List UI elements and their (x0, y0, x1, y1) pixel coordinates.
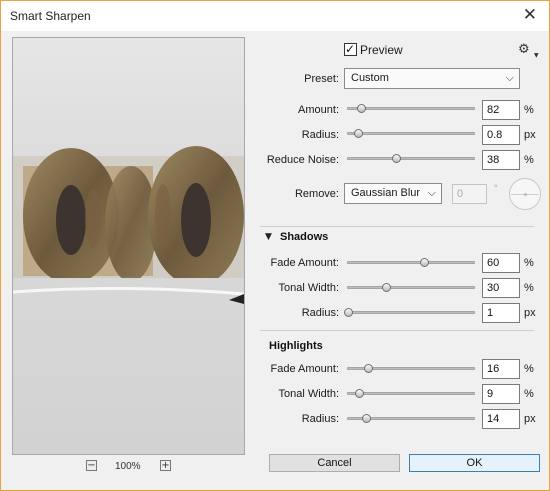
shadows-radius-slider[interactable] (344, 308, 475, 317)
amount-unit: % (524, 104, 534, 116)
shadows-tonal-width-slider[interactable] (347, 283, 475, 292)
highlights-fade-amount-slider[interactable] (347, 364, 475, 373)
amount-field[interactable]: 82 (482, 100, 520, 120)
shadows-title: Shadows (280, 231, 329, 243)
highlights-radius-slider[interactable] (347, 414, 475, 423)
shadows-tonal-width-label: Tonal Width: (278, 282, 339, 294)
radius-label: Radius: (301, 129, 339, 141)
preset-value: Custom (351, 72, 389, 84)
shadows-radius-field[interactable]: 1 (482, 303, 520, 323)
radius-unit: px (524, 129, 536, 141)
highlights-tonal-width-slider[interactable] (347, 389, 475, 398)
shadows-fade-amount-thumb[interactable] (419, 258, 429, 267)
angle-dial-center (524, 193, 527, 196)
highlights-fade-amount-field[interactable]: 16 (482, 359, 520, 379)
remove-label: Remove: (294, 188, 339, 200)
highlights-tonal-width-label: Tonal Width: (278, 388, 339, 400)
chevron-down-icon: ⌵ (505, 71, 514, 84)
zoom-out-button[interactable]: − (86, 460, 97, 471)
degree-symbol: ° (494, 183, 498, 193)
highlights-tonal-width-field[interactable]: 9 (482, 384, 520, 404)
shadows-tonal-width-unit: % (524, 282, 534, 294)
shadows-radius-thumb[interactable] (344, 308, 353, 317)
radius-slider[interactable] (347, 129, 475, 138)
shadows-fade-amount-slider[interactable] (347, 258, 475, 267)
gear-icon[interactable]: ⚙ (518, 42, 530, 57)
shadows-fade-amount-label: Fade Amount: (270, 257, 340, 269)
amount-slider-thumb[interactable] (356, 104, 366, 113)
close-icon[interactable]: ✕ (523, 5, 537, 25)
highlights-radius-label: Radius: (301, 413, 339, 425)
triangle-down-icon[interactable]: ▼ (265, 232, 272, 242)
highlights-radius-unit: px (524, 413, 536, 425)
remove-value: Gaussian Blur (351, 187, 421, 199)
shadows-fade-amount-unit: % (524, 257, 534, 269)
reduce-noise-slider[interactable] (347, 154, 475, 163)
radius-field[interactable]: 0.8 (482, 125, 520, 145)
checkmark-icon: ✓ (345, 42, 356, 56)
shadows-tonal-width-thumb[interactable] (381, 283, 391, 292)
title-bar: Smart Sharpen ✕ (1, 1, 549, 31)
reduce-noise-slider-thumb[interactable] (391, 154, 401, 163)
divider (260, 330, 534, 331)
angle-field[interactable]: 0 (452, 184, 487, 204)
preview-label: Preview (360, 43, 403, 57)
highlights-fade-amount-label: Fade Amount: (270, 363, 340, 375)
preview-checkbox[interactable]: ✓ (344, 42, 357, 56)
remove-select[interactable]: Gaussian Blur ⌵ (344, 183, 442, 204)
chevron-down-icon: ▼ (534, 52, 539, 59)
ok-button[interactable]: OK (409, 454, 540, 472)
amount-slider[interactable] (347, 104, 475, 113)
zoom-level: 100% (115, 461, 141, 472)
zoom-in-button[interactable]: + (160, 460, 171, 471)
highlights-tonal-width-thumb[interactable] (355, 389, 365, 398)
preset-select[interactable]: Custom ⌵ (344, 68, 520, 89)
highlights-radius-thumb[interactable] (361, 414, 371, 423)
shadows-fade-amount-field[interactable]: 60 (482, 253, 520, 273)
shadows-radius-unit: px (524, 307, 536, 319)
divider (260, 226, 534, 227)
cancel-button[interactable]: Cancel (269, 454, 400, 472)
highlights-fade-amount-unit: % (524, 363, 534, 375)
highlights-title: Highlights (269, 340, 323, 352)
angle-dial[interactable] (509, 178, 541, 210)
reduce-noise-field[interactable]: 38 (482, 150, 520, 170)
shadows-radius-label: Radius: (301, 307, 339, 319)
shadows-tonal-width-field[interactable]: 30 (482, 278, 520, 298)
preview-image[interactable] (12, 37, 245, 455)
reduce-noise-label: Reduce Noise: (266, 154, 339, 166)
preset-label: Preset: (304, 73, 339, 85)
radius-slider-thumb[interactable] (354, 129, 364, 138)
smart-sharpen-dialog: Smart Sharpen ✕ − 100% + ✓ Preview ⚙ ▼ P… (0, 0, 550, 491)
reduce-noise-unit: % (524, 154, 534, 166)
amount-label: Amount: (298, 104, 339, 116)
zoom-controls: − 100% + (86, 460, 186, 474)
chevron-down-icon: ⌵ (427, 186, 436, 199)
highlights-tonal-width-unit: % (524, 388, 534, 400)
highlights-radius-field[interactable]: 14 (482, 409, 520, 429)
preview-artwork (13, 146, 244, 304)
highlights-fade-amount-thumb[interactable] (364, 364, 374, 373)
dialog-title: Smart Sharpen (10, 9, 91, 23)
